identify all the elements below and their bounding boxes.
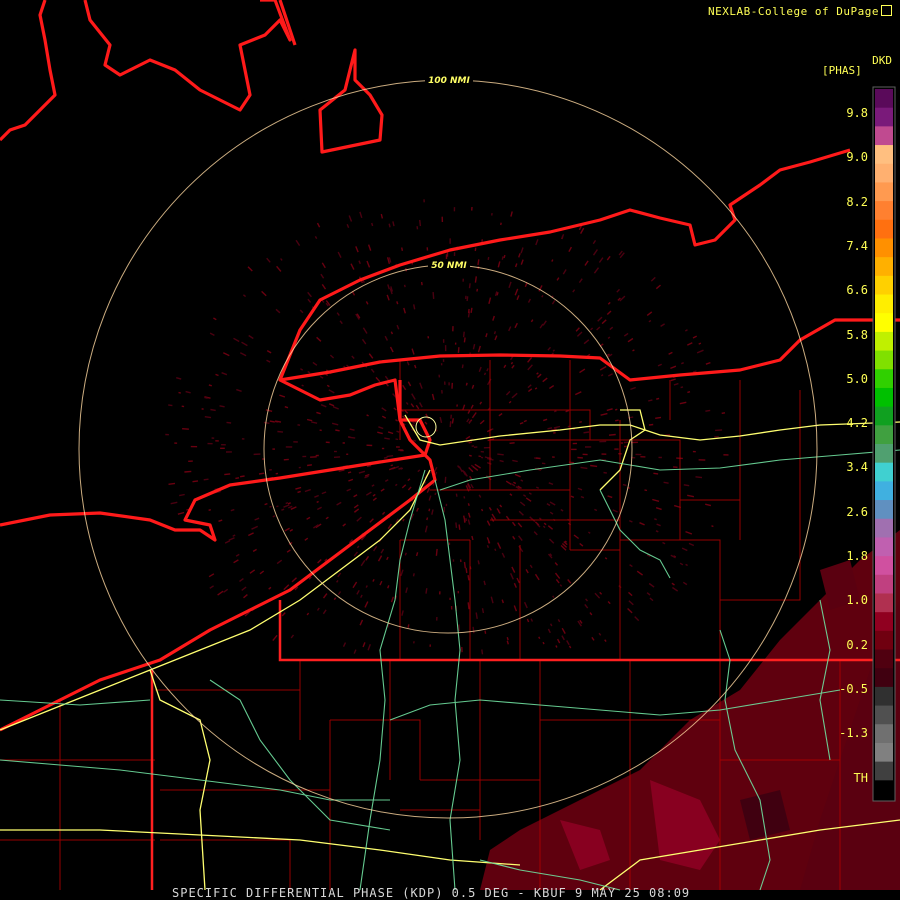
color-scale-swatch [875, 761, 893, 781]
color-scale-swatch [875, 668, 893, 688]
coastlines [0, 0, 900, 732]
color-scale-tick-label: 5.0 [846, 371, 868, 386]
color-scale-swatch [875, 444, 893, 464]
credit-text: NEXLAB-College of DuPage [708, 5, 879, 18]
color-scale-swatch [875, 705, 893, 725]
color-scale-swatch [875, 630, 893, 651]
color-scale-swatch [875, 313, 893, 333]
color-scale-tick-label: 1.8 [846, 549, 868, 563]
color-scale-tick-label: -1.3 [839, 726, 868, 741]
color-scale-swatch [875, 425, 893, 445]
color-scale-swatch [875, 742, 893, 763]
color-scale-swatch [875, 500, 893, 520]
color-scale-tick-label: 1.0 [846, 593, 868, 608]
color-scale-swatch [875, 182, 893, 202]
color-scale-swatch [875, 649, 893, 669]
units-label: [PHAS] [822, 64, 862, 77]
range-ring-100 [78, 79, 818, 819]
color-scale-tick-label: 9.0 [846, 150, 868, 165]
color-scale-swatch [875, 780, 893, 800]
range-ring-50 [263, 264, 633, 634]
color-scale-swatch [875, 369, 893, 389]
color-scale-swatch [875, 126, 893, 146]
color-scale-tick-label: 0.2 [846, 637, 868, 652]
color-scale-tick-label: 5.8 [846, 327, 868, 342]
color-scale-swatch [875, 537, 893, 557]
credit-label: NEXLAB-College of DuPage [708, 4, 892, 18]
color-scale-swatch [875, 574, 893, 594]
product-code: DKD [872, 54, 892, 67]
color-scale-swatch [875, 556, 893, 576]
color-scale-swatch [875, 686, 893, 707]
color-scale-bar [875, 89, 893, 800]
color-scale-swatch [875, 238, 893, 258]
radar-returns-southeast [480, 530, 900, 890]
color-scale-swatch [875, 724, 893, 744]
color-scale-tick-label: TH [853, 770, 868, 785]
color-scale-tick-label: -0.5 [839, 681, 868, 696]
color-scale-swatch [875, 462, 893, 482]
color-scale-swatch [875, 593, 893, 613]
color-scale-swatch [875, 219, 893, 239]
color-scale-tick-label: 2.6 [846, 504, 868, 519]
color-scale-tick-label: 3.4 [846, 460, 868, 475]
color-scale-swatch [875, 612, 893, 632]
range-rings [78, 79, 818, 819]
color-scale-swatch [875, 331, 893, 352]
color-scale-swatch [875, 481, 893, 501]
color-scale-tick-label: 7.4 [846, 238, 868, 253]
range-ring-label-100: 100 NMI [428, 76, 470, 86]
color-scale-swatch [875, 275, 893, 296]
color-scale-swatch [875, 89, 893, 109]
color-scale-swatch [875, 387, 893, 408]
range-ring-label-50: 50 NMI [431, 261, 467, 271]
color-scale-swatch [875, 107, 893, 127]
color-scale-tick-label: 9.8 [846, 106, 868, 120]
color-scale-swatch [875, 518, 893, 538]
color-scale-swatch [875, 406, 893, 426]
color-scale-swatch [875, 294, 893, 314]
color-scale-swatch [875, 163, 893, 183]
color-scale-swatch [875, 201, 893, 221]
color-scale-swatch [875, 350, 893, 370]
product-caption: SPECIFIC DIFFERENTIAL PHASE (KDP) 0.5 DE… [172, 886, 691, 900]
color-scale-tick-label: 6.6 [846, 283, 868, 298]
color-scale-swatch [875, 257, 893, 277]
color-scale-tick-label: 8.2 [846, 194, 868, 209]
color-scale-tick-label: 4.2 [846, 416, 868, 431]
color-scale-swatch [875, 145, 893, 165]
radar-map: 100 NMI 50 NMI [0, 0, 900, 891]
nexlab-logo-icon [881, 5, 892, 16]
